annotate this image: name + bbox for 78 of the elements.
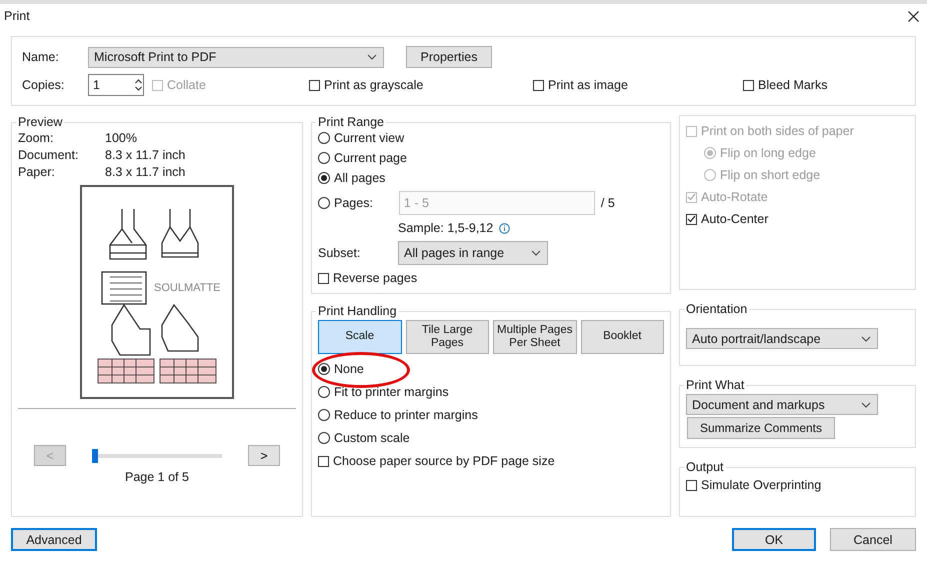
- radio-label: Current view: [334, 131, 404, 145]
- radio-button[interactable]: [318, 386, 330, 398]
- checkbox[interactable]: [533, 80, 544, 90]
- radio-label: All pages: [334, 171, 386, 185]
- info-label: Zoom:: [18, 131, 54, 145]
- print-what-dropdown[interactable]: Document and markups: [686, 394, 878, 415]
- checkbox-label: Print as image: [548, 78, 628, 92]
- info-label: Paper:: [18, 165, 56, 179]
- checkbox-label: Bleed Marks: [758, 78, 828, 92]
- ok-button[interactable]: OK: [732, 528, 816, 551]
- radio-button[interactable]: [318, 172, 330, 184]
- checkbox-label: Collate: [167, 78, 206, 92]
- printer-dropdown[interactable]: Microsoft Print to PDF: [88, 46, 384, 68]
- chevron-down-icon: [531, 250, 541, 256]
- radio-button[interactable]: [318, 132, 330, 144]
- checkbox-label: Simulate Overprinting: [701, 478, 822, 492]
- checkbox[interactable]: [686, 214, 697, 224]
- checkbox-label: Auto-Center: [701, 212, 768, 226]
- orientation-dropdown[interactable]: Auto portrait/landscape: [686, 328, 878, 349]
- copies-spinner[interactable]: 1: [88, 74, 144, 96]
- handling-tab[interactable]: Booklet: [580, 320, 664, 354]
- group-title: Output: [685, 460, 725, 474]
- checkbox[interactable]: [318, 456, 329, 466]
- chevron-down-icon: [367, 54, 377, 60]
- radio-label: Custom scale: [334, 431, 410, 445]
- checkbox-label: Print on both sides of paper: [701, 124, 854, 138]
- group-title: Print Range: [317, 115, 386, 129]
- spin-arrows-icon[interactable]: [134, 77, 143, 93]
- summarize-comments-button[interactable]: Summarize Comments: [687, 417, 835, 439]
- radio-button[interactable]: [318, 197, 330, 209]
- subset-dropdown[interactable]: All pages in range: [398, 241, 548, 265]
- checkbox-label: Auto-Rotate: [701, 190, 768, 204]
- info-value: 8.3 x 11.7 inch: [105, 165, 186, 179]
- close-icon[interactable]: [908, 10, 919, 22]
- info-icon[interactable]: [499, 222, 510, 234]
- slider-thumb[interactable]: [92, 448, 98, 462]
- page-indicator: Page 1 of 5: [124, 470, 190, 484]
- chevron-down-icon: [861, 336, 871, 342]
- handling-tab[interactable]: Scale: [318, 320, 402, 354]
- radio-label: None: [334, 362, 364, 376]
- chevron-down-icon: [861, 402, 871, 408]
- group-title: Print Handling: [317, 304, 398, 318]
- checkbox-label: Reverse pages: [333, 271, 418, 285]
- radio-label: Flip on long edge: [720, 146, 816, 160]
- cancel-button[interactable]: Cancel: [830, 528, 916, 551]
- group-title: Preview: [17, 115, 64, 129]
- handling-tab[interactable]: Multiple Pages Per Sheet: [493, 320, 576, 354]
- info-value: 100%: [105, 131, 138, 145]
- radio-button[interactable]: [318, 363, 330, 375]
- field-label: Subset:: [318, 246, 362, 260]
- info-value: 8.3 x 11.7 inch: [105, 148, 186, 162]
- checkbox[interactable]: [318, 272, 329, 284]
- logo-text: SOULMATTE: [154, 282, 220, 294]
- handling-tab[interactable]: Tile Large Pages: [406, 320, 489, 354]
- checkbox-label: Print as grayscale: [324, 78, 424, 92]
- sample-text: Sample: 1,5-9,12: [398, 221, 494, 235]
- checkbox[interactable]: [686, 480, 697, 490]
- radio-label: Reduce to printer margins: [334, 408, 478, 422]
- field-label: Copies:: [22, 78, 66, 92]
- page-total: / 5: [600, 196, 615, 210]
- group-title: Orientation: [685, 302, 748, 316]
- advanced-button[interactable]: Advanced: [11, 528, 97, 551]
- radio-label: Pages:: [334, 196, 373, 210]
- radio-label: Fit to printer margins: [334, 385, 449, 399]
- checkbox[interactable]: [743, 80, 754, 90]
- radio-button[interactable]: [318, 432, 330, 444]
- group-title: Print What: [685, 378, 746, 392]
- info-label: Document:: [18, 148, 80, 162]
- properties-button[interactable]: Properties: [406, 46, 492, 68]
- radio-button[interactable]: [318, 409, 330, 421]
- next-page-button[interactable]: >: [248, 445, 280, 466]
- radio-label: Flip on short edge: [720, 168, 820, 182]
- checkbox[interactable]: [309, 80, 320, 90]
- checkbox-label: Choose paper source by PDF page size: [333, 454, 555, 468]
- window-title: Print: [4, 9, 30, 23]
- radio-label: Current page: [334, 151, 407, 165]
- radio-button[interactable]: [318, 152, 330, 164]
- field-label: Name:: [22, 50, 60, 64]
